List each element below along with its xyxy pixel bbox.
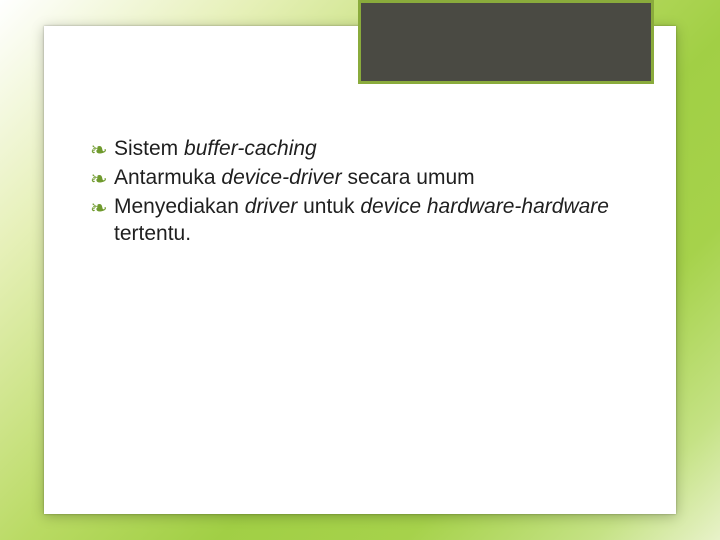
list-item: ❧ Antarmuka device-driver secara umum — [90, 165, 636, 192]
leaf-bullet-icon: ❧ — [90, 137, 108, 164]
text-run: device hardware-hardware — [360, 195, 609, 218]
slide-card: ❧ Sistem buffer-caching ❧ Antarmuka devi… — [44, 26, 676, 514]
accent-box — [358, 0, 654, 84]
bullet-list: ❧ Sistem buffer-caching ❧ Antarmuka devi… — [90, 136, 636, 250]
text-run: secara umum — [347, 166, 474, 189]
text-run: driver — [245, 195, 303, 218]
list-item: ❧ Sistem buffer-caching — [90, 136, 636, 163]
text-run: buffer-caching — [184, 137, 317, 160]
leaf-bullet-icon: ❧ — [90, 195, 108, 222]
text-run: Menyediakan — [114, 195, 245, 218]
text-run: device-driver — [221, 166, 347, 189]
leaf-bullet-icon: ❧ — [90, 166, 108, 193]
text-run: tertentu. — [114, 222, 191, 245]
text-run: untuk — [303, 195, 360, 218]
slide-background: ❧ Sistem buffer-caching ❧ Antarmuka devi… — [0, 0, 720, 540]
list-item: ❧ Menyediakan driver untuk device hardwa… — [90, 194, 636, 248]
text-run: Antarmuka — [114, 166, 221, 189]
text-run: Sistem — [114, 137, 184, 160]
